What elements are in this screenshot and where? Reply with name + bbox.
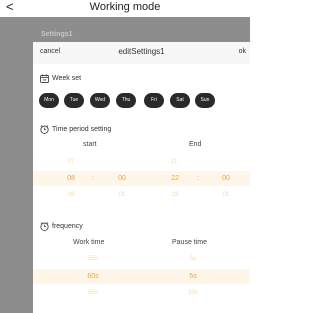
start-hour-next: 09 [67,192,75,198]
day-chip-sun[interactable]: Sun [195,93,215,108]
day-chip-fri[interactable]: Fri [144,93,164,108]
end-column-label: End [189,141,202,148]
end-hour-next: 23 [171,192,179,198]
pause-time-picker[interactable]: 5s [184,273,202,280]
settings-title-behind: Settings1 [41,31,73,38]
week-day-selector: Mon Tue Wed Thu Fri Sat Sun [39,93,249,109]
frequency-selection-band [33,269,250,284]
pause-time-next: 10s [188,290,198,296]
top-bar: < Working mode [0,0,250,17]
ok-button[interactable]: ok [239,48,246,55]
day-chip-wed[interactable]: Wed [90,93,110,108]
sheet-title: editSettings1 [118,47,165,56]
end-hour-picker[interactable]: 22 [167,175,183,182]
end-minute-next: 01 [222,192,230,198]
sheet-header: cancel editSettings1 ok [33,42,250,64]
work-time-label: Work time [73,239,105,246]
end-minute-picker[interactable]: 00 [218,175,234,182]
start-minute-next: 01 [118,192,126,198]
pause-time-label: Pause time [172,239,208,246]
clock-icon [40,125,49,134]
week-set-label: Week set [52,75,82,82]
start-hour-picker[interactable]: 08 [63,175,79,182]
day-chip-tue[interactable]: Tue [64,93,84,108]
clock-icon [40,222,49,231]
day-chip-thu[interactable]: Thu [116,93,136,108]
pause-time-prev: 5s [189,256,197,262]
time-period-label: Time period setting [52,126,112,133]
calendar-icon [40,74,49,83]
work-time-picker[interactable]: 60s [81,273,105,280]
start-hour-prev: 07 [67,159,75,165]
work-time-prev: 55s [88,256,98,262]
start-column-label: start [83,141,97,148]
day-chip-sat[interactable]: Sat [170,93,190,108]
start-time-separator: : [92,175,94,182]
frequency-label: frequency [52,223,83,230]
end-hour-prev: 21 [170,159,178,165]
start-minute-picker[interactable]: 00 [114,175,130,182]
page-title: Working mode [89,1,161,13]
end-time-separator: : [197,175,199,182]
edit-settings-sheet: cancel editSettings1 ok Week set Mon Tue… [33,42,250,313]
work-time-next: 65s [88,290,98,296]
day-chip-mon[interactable]: Mon [39,93,59,108]
